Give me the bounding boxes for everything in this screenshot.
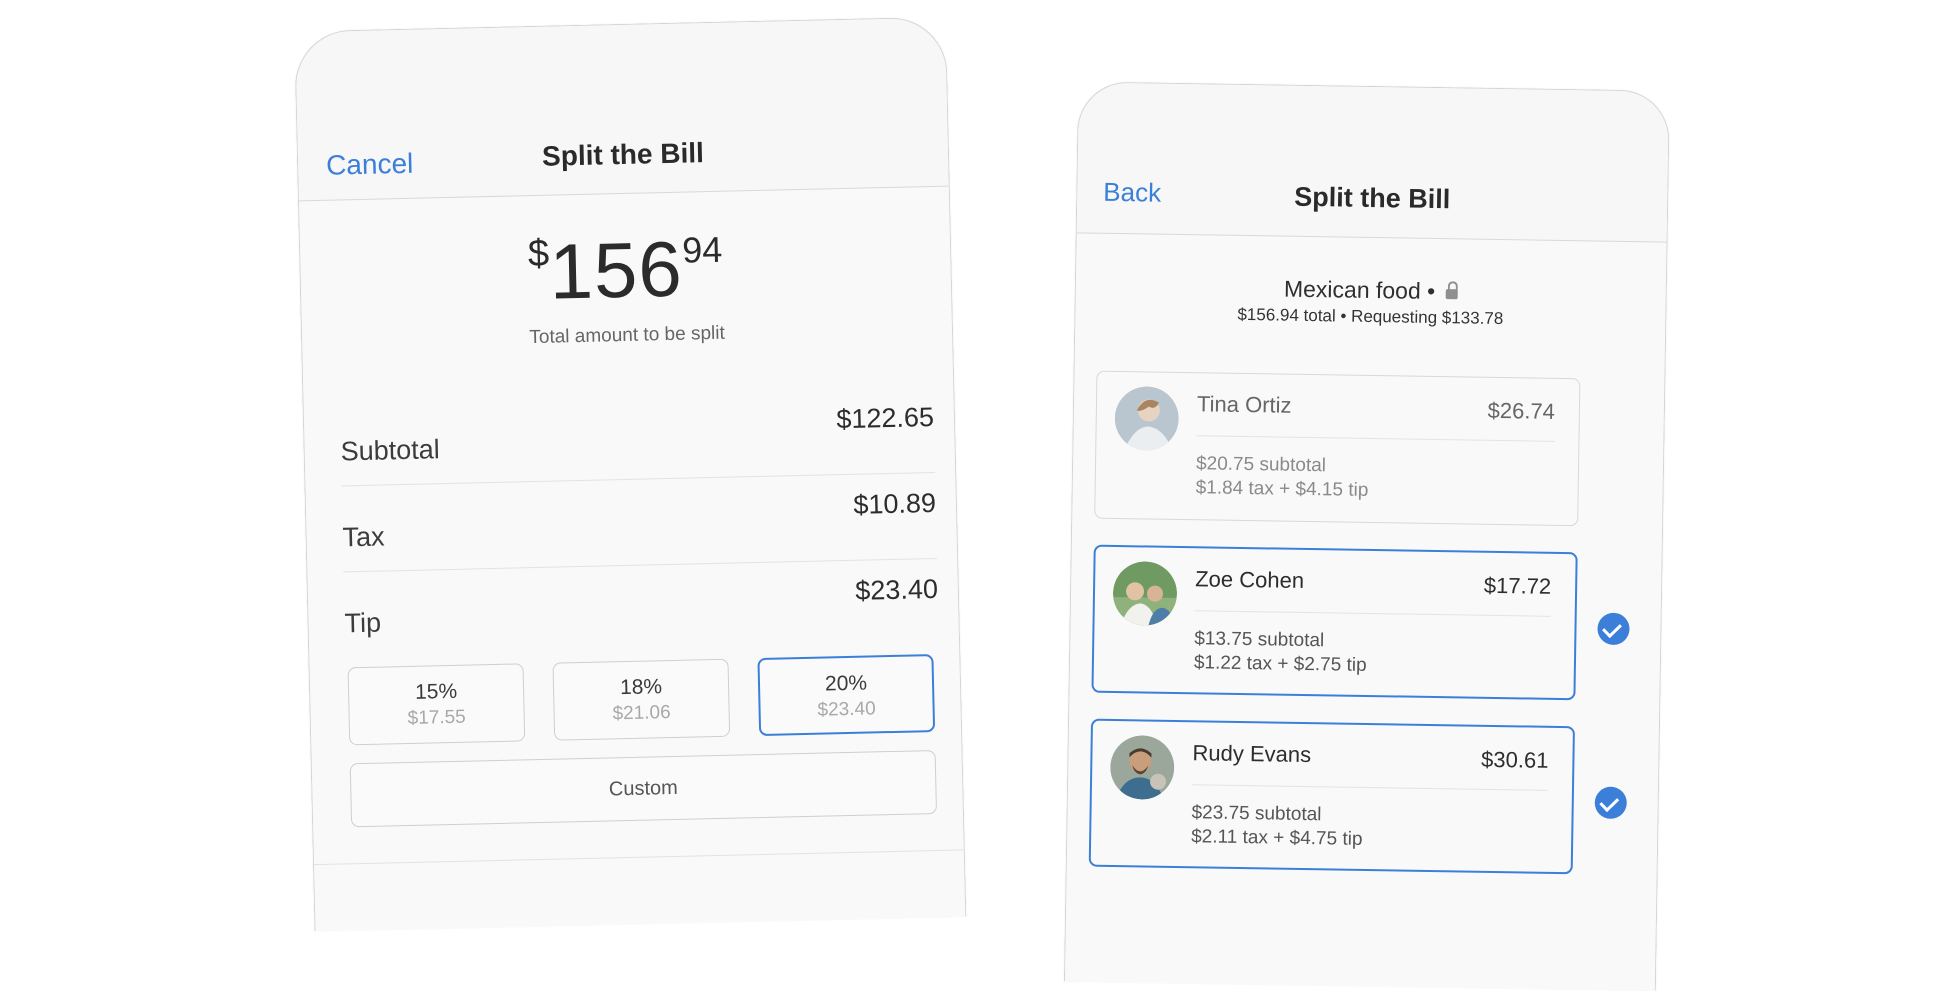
person-name: Rudy Evans	[1192, 740, 1312, 768]
person-subtotal: $23.75 subtotal	[1191, 802, 1322, 826]
person-tax-tip: $1.22 tax + $2.75 tip	[1193, 652, 1367, 676]
checkmark-circle-icon[interactable]	[1594, 786, 1628, 820]
person-subtotal: $20.75 subtotal	[1195, 453, 1327, 477]
divider	[1191, 784, 1548, 791]
currency-symbol: $	[527, 232, 550, 276]
person-tax-tip: $1.84 tax + $4.15 tip	[1195, 477, 1369, 501]
total-amount: $15694	[300, 218, 952, 324]
divider	[313, 849, 964, 866]
divider	[1194, 610, 1551, 617]
total-caption: Total amount to be split	[529, 322, 725, 349]
tip-value: $23.40	[854, 573, 939, 606]
tax-label: Tax	[342, 521, 385, 553]
tax-row: Tax $10.89	[341, 475, 938, 573]
subtotal-value: $122.65	[836, 401, 935, 435]
nav-bar: Cancel Split the Bill	[295, 17, 949, 202]
person-subtotal: $13.75 subtotal	[1194, 628, 1325, 652]
tax-value: $10.89	[853, 487, 937, 520]
page-title: Split the Bill	[1293, 181, 1451, 215]
tip-option-amount: $23.40	[817, 698, 876, 721]
avatar	[1112, 560, 1178, 626]
person-amount: $26.74	[1487, 397, 1556, 424]
bill-name-text: Mexican food •	[1283, 275, 1436, 304]
tip-option-amount: $17.55	[407, 706, 466, 729]
tip-option-18[interactable]: 18% $21.06	[552, 658, 731, 741]
tip-option-percent: 18%	[619, 675, 663, 700]
person-card-rudy-evans[interactable]: Rudy Evans $30.61 $23.75 subtotal $2.11 …	[1088, 718, 1575, 875]
person-name: Tina Ortiz	[1196, 391, 1292, 418]
person-card-zoe-cohen[interactable]: Zoe Cohen $17.72 $13.75 subtotal $1.22 t…	[1091, 544, 1578, 701]
person-tax-tip: $2.11 tax + $4.75 tip	[1191, 826, 1363, 850]
split-bill-screen-right: Back Split the Bill Mexican food • $156.…	[1063, 81, 1670, 991]
tip-option-percent: 15%	[414, 679, 458, 704]
subtotal-row: Subtotal $122.65	[339, 389, 936, 487]
lock-icon	[1445, 289, 1458, 300]
tip-option-15[interactable]: 15% $17.55	[347, 663, 526, 746]
tip-option-amount: $21.06	[612, 702, 671, 725]
person-amount: $30.61	[1480, 746, 1549, 773]
total-whole: 156	[548, 224, 684, 316]
avatar	[1114, 385, 1180, 451]
tip-option-20[interactable]: 20% $23.40	[757, 654, 936, 737]
total-cents: 94	[681, 228, 723, 271]
divider	[1196, 435, 1555, 442]
tip-row: Tip $23.40	[343, 562, 939, 657]
avatar	[1109, 734, 1175, 800]
person-name: Zoe Cohen	[1195, 566, 1305, 593]
custom-tip-button[interactable]: Custom	[349, 750, 938, 828]
split-bill-screen-left: Cancel Split the Bill $15694 Total amoun…	[294, 16, 967, 932]
tip-option-percent: 20%	[824, 671, 868, 696]
subtotal-label: Subtotal	[340, 434, 441, 467]
person-card-tina-ortiz[interactable]: Tina Ortiz $26.74 $20.75 subtotal $1.84 …	[1094, 370, 1581, 527]
nav-bar: Back Split the Bill	[1076, 82, 1669, 243]
checkmark-circle-icon[interactable]	[1597, 612, 1630, 646]
person-amount: $17.72	[1483, 572, 1552, 599]
tip-label: Tip	[344, 607, 382, 639]
page-title: Split the Bill	[541, 137, 705, 172]
